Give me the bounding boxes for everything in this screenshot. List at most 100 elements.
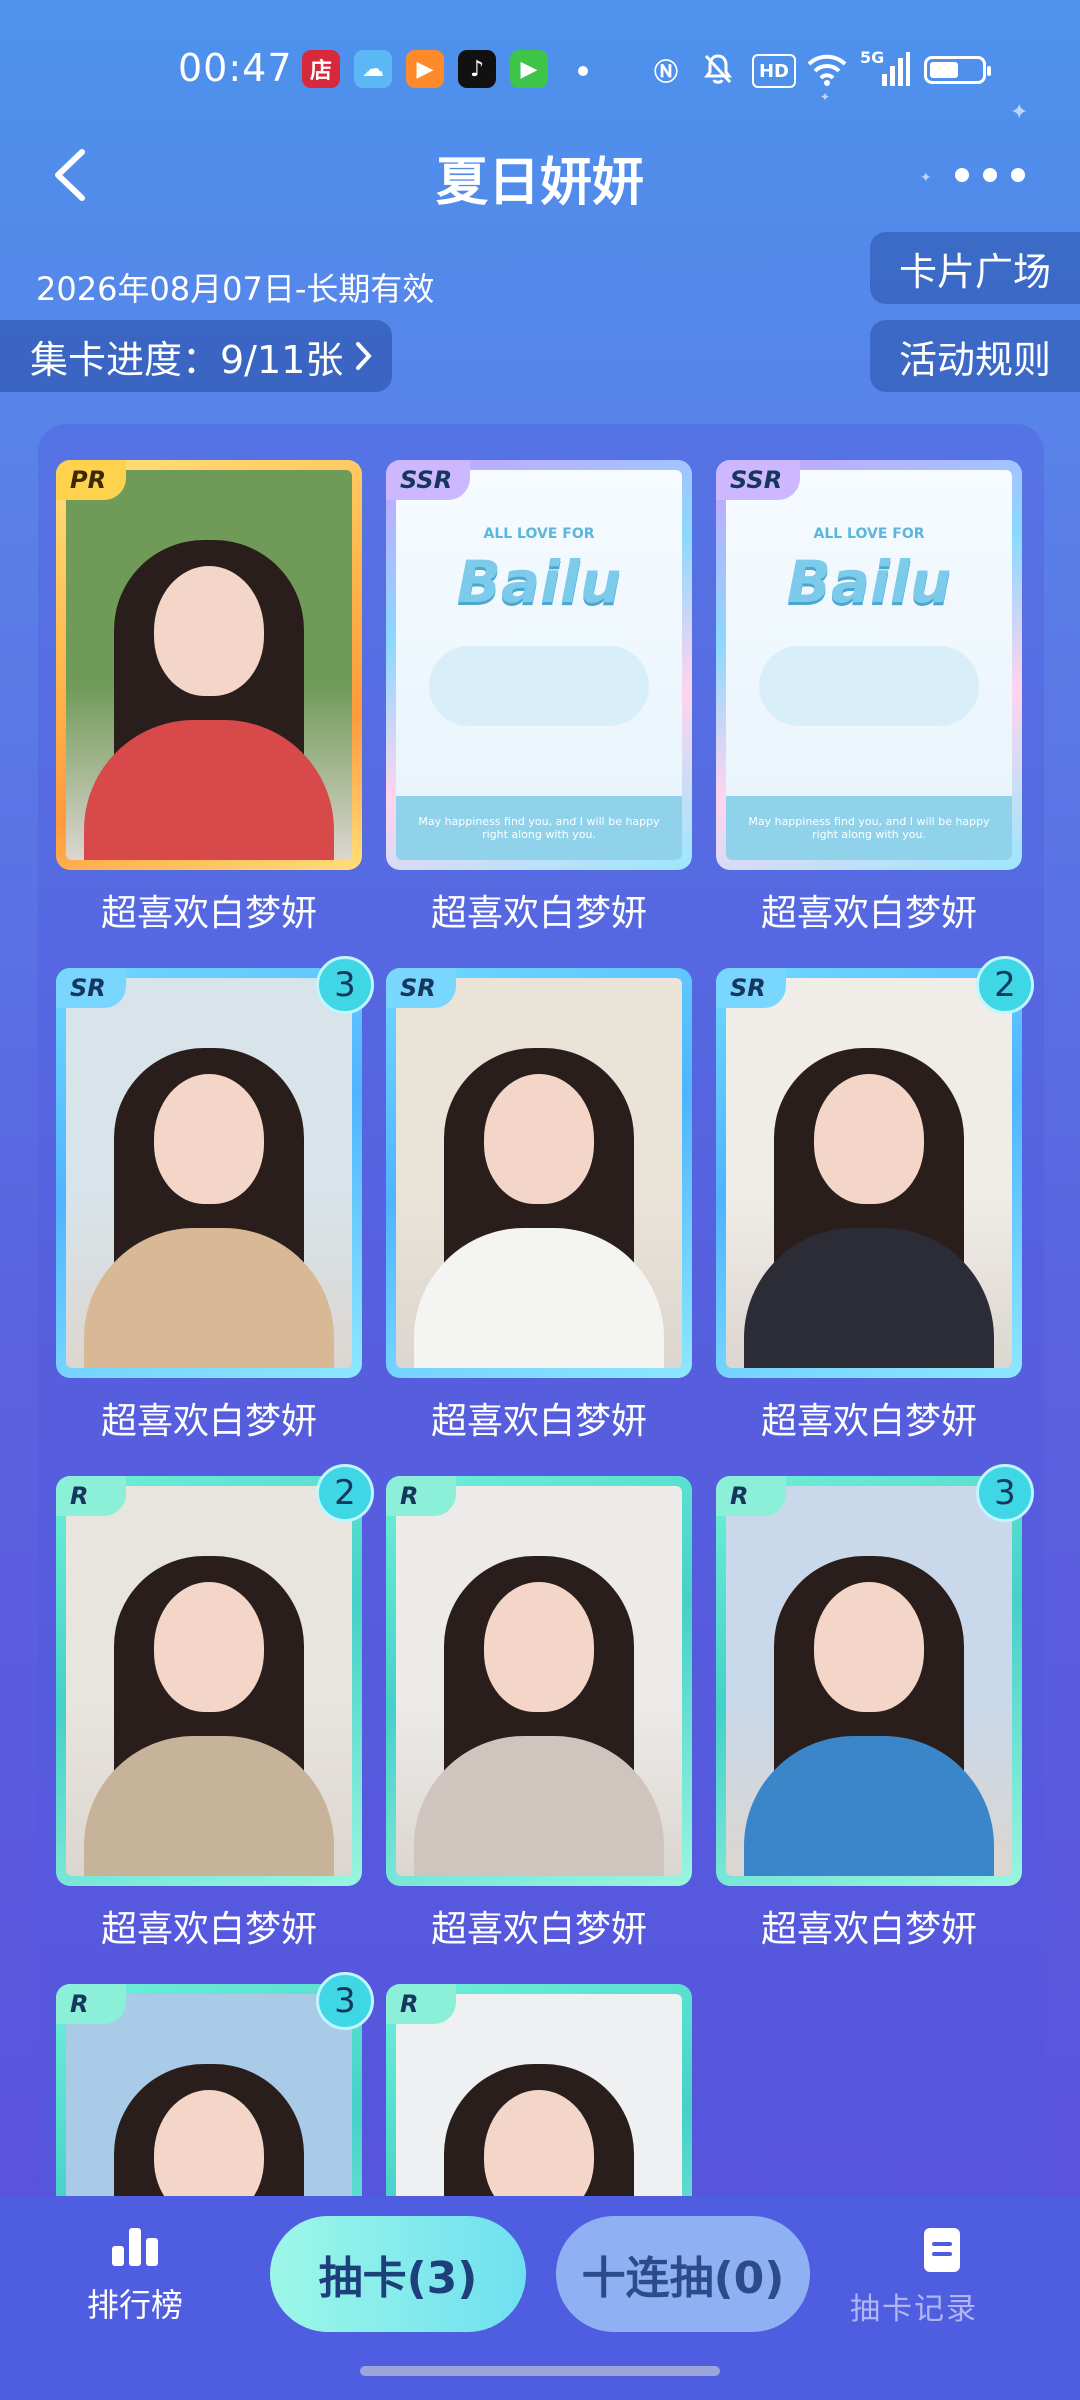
bailu-small-text: ALL LOVE FOR: [813, 526, 925, 542]
battery-icon: [924, 56, 991, 84]
battery-level: [930, 62, 958, 78]
card-image: [66, 470, 352, 860]
status-time: 00:47: [178, 46, 293, 90]
rarity-badge: R: [716, 1476, 786, 1516]
more-dot-icon: [983, 168, 997, 182]
rarity-badge: SSR: [716, 460, 801, 500]
collection-card[interactable]: R2: [56, 1464, 374, 1886]
rarity-badge: SR: [386, 968, 456, 1008]
collection-card[interactable]: R: [386, 1476, 692, 1886]
card-caption: 超喜欢白梦妍: [430, 893, 647, 934]
card-image: [726, 1486, 1012, 1876]
collection-card[interactable]: R3: [56, 1972, 374, 2204]
card-image: [66, 1994, 352, 2204]
duplicate-count-badge: 3: [316, 956, 374, 1014]
ranking-button[interactable]: 排行榜: [70, 2226, 200, 2326]
rarity-badge: R: [56, 1476, 126, 1516]
validity-date: 2026年08月07日-长期有效: [36, 270, 435, 308]
collection-card[interactable]: SR 2: [716, 956, 1034, 1378]
ranking-label: 排行榜: [86, 2286, 183, 2324]
portrait-face: [154, 1582, 264, 1712]
card-image: [396, 1486, 682, 1876]
card-image: [726, 978, 1012, 1368]
cloud-illustration: [759, 646, 979, 726]
card-image: [396, 1994, 682, 2204]
card-frame: ALL LOVE FOR Bailu May happiness find you,…: [386, 460, 692, 870]
mute-icon: [700, 50, 736, 88]
bailu-logo: Bailu: [456, 548, 622, 616]
duplicate-count-badge: 3: [316, 1972, 374, 2030]
rarity-badge: SR: [716, 968, 786, 1008]
bailu-logo: Bailu: [786, 548, 952, 616]
collection-card[interactable]: SR 3: [56, 956, 374, 1378]
network-label: 5G: [860, 48, 885, 67]
draw-card-button[interactable]: 抽卡(3): [270, 2216, 526, 2332]
collection-card[interactable]: R: [386, 1984, 692, 2204]
rarity-badge: R: [56, 1984, 126, 2024]
card-caption: 超喜欢白梦妍: [760, 1401, 977, 1442]
collection-card[interactable]: R3: [716, 1464, 1034, 1886]
card-image: [396, 978, 682, 1368]
card-image: ALL LOVE FOR Bailu May happiness find you,…: [726, 470, 1012, 860]
collection-card[interactable]: ALL LOVE FOR Bailu May happiness find you,…: [386, 460, 692, 870]
tiktok-app-icon: ♪: [458, 50, 496, 88]
collection-card[interactable]: ALL LOVE FOR Bailu May happiness find you,…: [716, 460, 1022, 870]
cellular-signal-icon: 5G: [860, 48, 910, 88]
home-indicator[interactable]: [360, 2366, 720, 2376]
card-image: [66, 1486, 352, 1876]
card-frame: [716, 968, 1022, 1378]
wifi-icon: [804, 50, 850, 88]
bailu-small-text: ALL LOVE FOR: [483, 526, 595, 542]
portrait-face: [484, 1074, 594, 1204]
draw-record-label[interactable]: 抽卡记录: [850, 2284, 978, 2328]
page-title: 夏日妍妍: [435, 153, 644, 213]
card-caption: 超喜欢白梦妍: [430, 1909, 647, 1950]
ten-draw-button[interactable]: 十连抽(0): [556, 2216, 810, 2332]
more-notifications-dot: [578, 66, 588, 76]
rarity-badge: R: [386, 1984, 456, 2024]
more-dot-icon: [1011, 168, 1025, 182]
card-frame: [716, 1476, 1022, 1886]
portrait-face: [814, 1582, 924, 1712]
card-caption: 超喜欢白梦妍: [100, 893, 317, 934]
portrait-face: [484, 1582, 594, 1712]
card-caption: 超喜欢白梦妍: [760, 893, 977, 934]
collection-card[interactable]: SR: [386, 968, 692, 1378]
rarity-badge: SR: [56, 968, 126, 1008]
collection-progress-label: 集卡进度：9/11张: [30, 337, 344, 382]
portrait-face: [154, 566, 264, 696]
shop-app-icon: 店: [302, 50, 340, 88]
cloud-illustration: [429, 646, 649, 726]
portrait-face: [154, 1074, 264, 1204]
rarity-badge: R: [386, 1476, 456, 1516]
card-frame: [386, 1476, 692, 1886]
card-image: [66, 978, 352, 1368]
bailu-band-text: May happiness find you, and I will be ha…: [396, 796, 682, 860]
hd-label: HD: [758, 60, 789, 82]
more-options-button[interactable]: [930, 150, 1050, 200]
card-frame: ALL LOVE FOR Bailu May happiness find you,…: [716, 460, 1022, 870]
ranking-icon: [112, 2226, 158, 2266]
activity-rules-button[interactable]: 活动规则: [870, 320, 1080, 392]
card-frame: [56, 968, 362, 1378]
card-plaza-button[interactable]: 卡片广场: [870, 232, 1080, 304]
card-caption: 超喜欢白梦妍: [100, 1909, 317, 1950]
rarity-badge: SSR: [386, 460, 471, 500]
card-caption: 超喜欢白梦妍: [430, 1401, 647, 1442]
status-bar: 00:47 店 ☁ ▶ ♪ ▶ Ⓝ HD 5G: [0, 0, 1080, 120]
nfc-icon: Ⓝ: [654, 57, 678, 86]
card-frame: [56, 460, 362, 870]
duplicate-count-badge: 3: [976, 1464, 1034, 1522]
card-collection-grid: PR 超喜欢白梦妍 ALL LOVE FOR Bailu May happiness f…: [38, 424, 1044, 2204]
card-caption: 超喜欢白梦妍: [760, 1909, 977, 1950]
duplicate-count-badge: 2: [316, 1464, 374, 1522]
weather-app-icon: ☁: [354, 50, 392, 88]
hd-icon: HD: [752, 54, 796, 88]
draw-record-icon[interactable]: [924, 2228, 960, 2272]
chevron-right-icon: [356, 342, 373, 370]
rarity-badge: PR: [56, 460, 126, 500]
shop-app-label: 店: [309, 59, 332, 84]
collection-card[interactable]: PR: [56, 460, 362, 870]
duplicate-count-badge: 2: [976, 956, 1034, 1014]
collection-progress-button[interactable]: 集卡进度：9/11张: [0, 320, 392, 392]
